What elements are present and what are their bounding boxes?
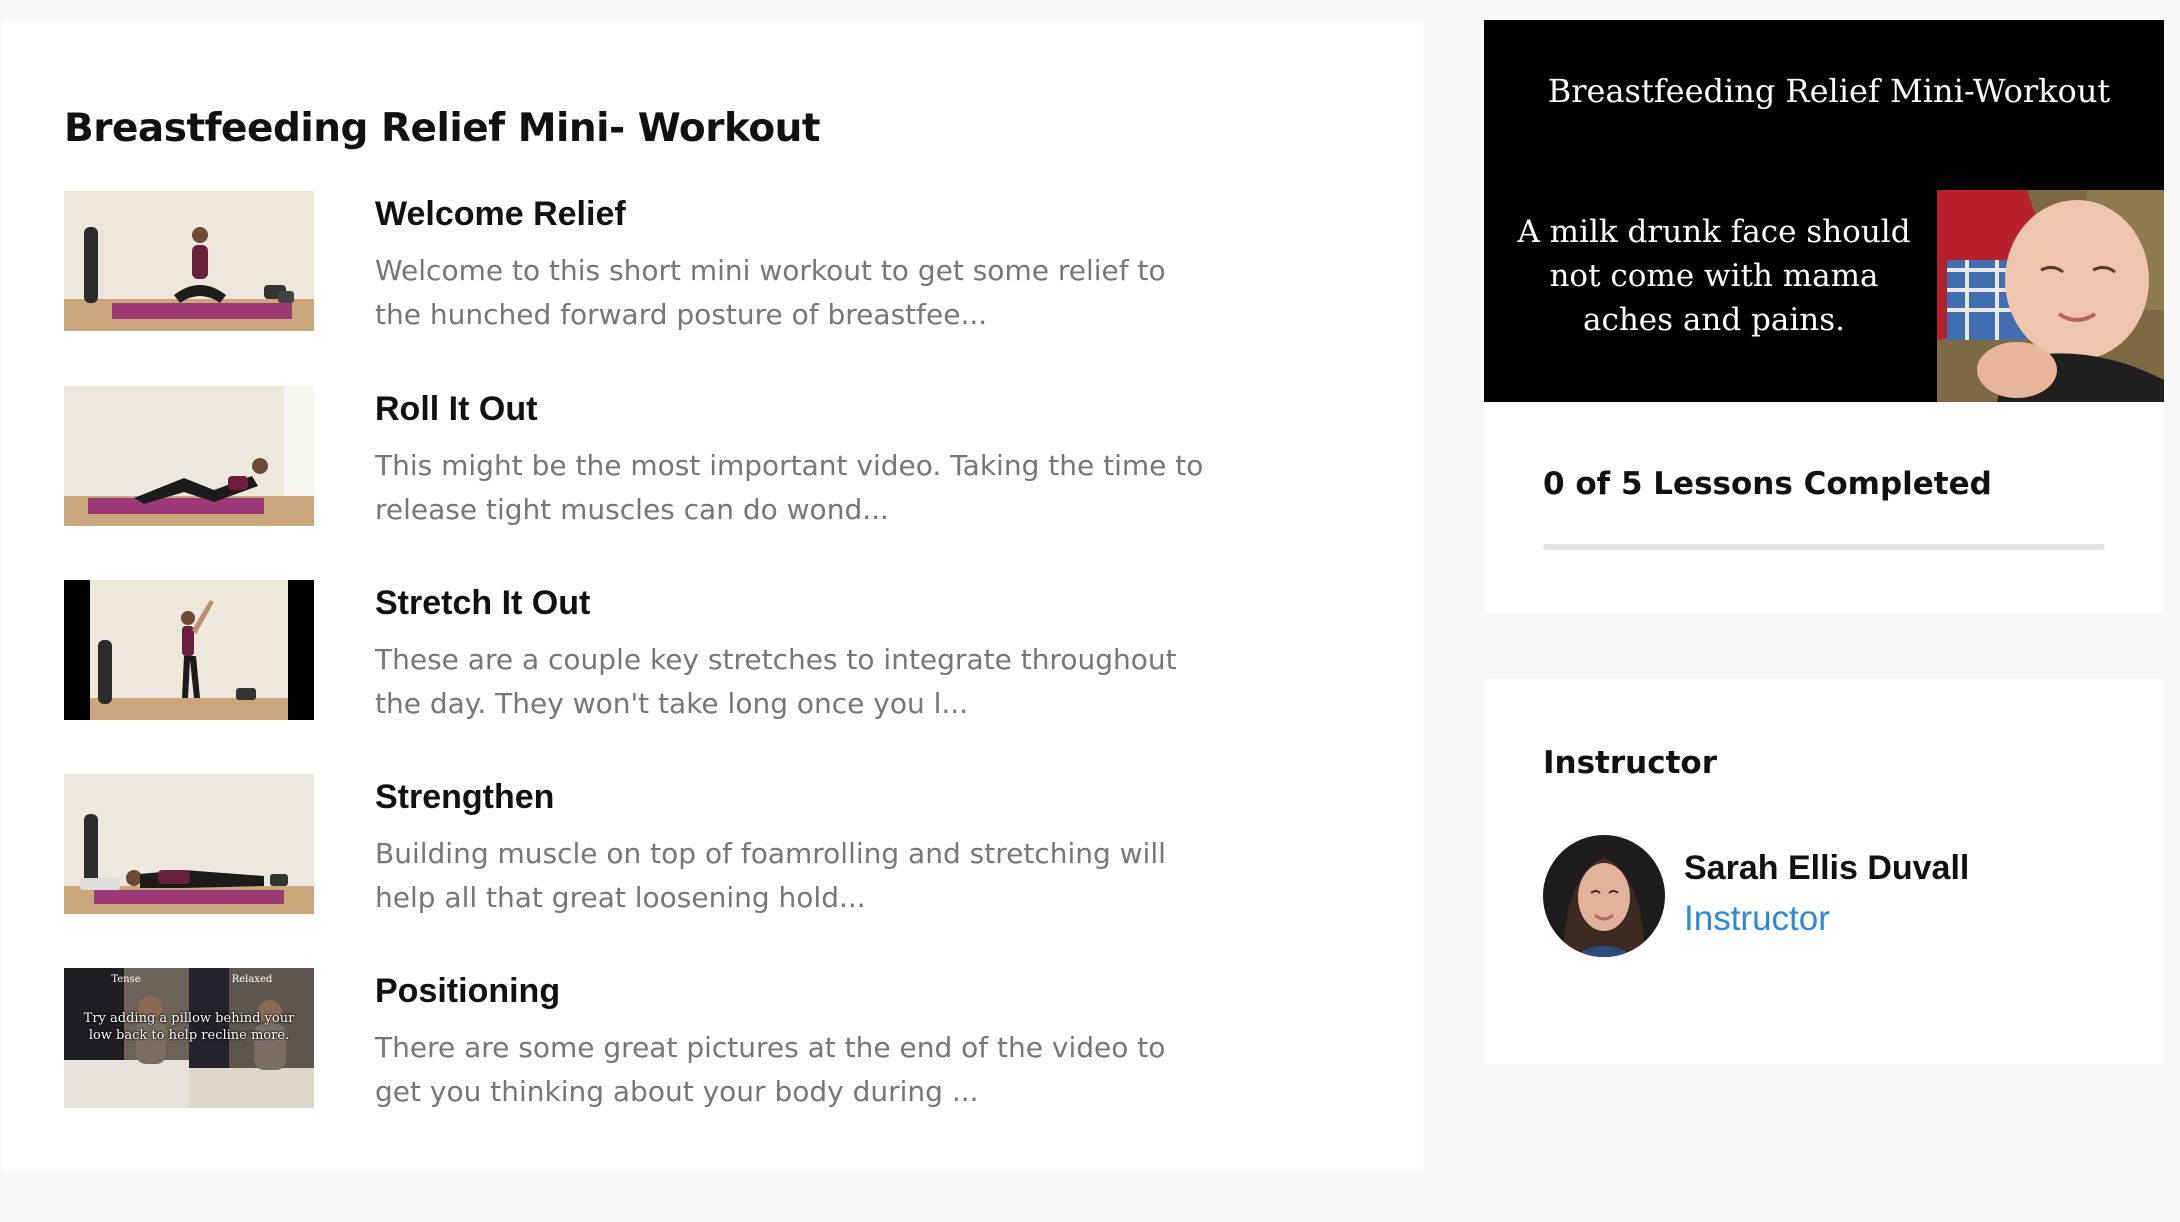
lesson-item-welcome-relief[interactable]: Welcome Relief Welcome to this short min… [64, 191, 1214, 331]
lesson-description: Building muscle on top of foamrolling an… [375, 837, 1166, 914]
thumb-text-relaxed: Relaxed [232, 974, 273, 985]
lesson-description: There are some great pictures at the end… [375, 1031, 1166, 1108]
lesson-thumbnail-roll-it-out[interactable] [64, 386, 314, 526]
lesson-list-card: Breastfeeding Relief Mini- Workout Welco… [3, 20, 1423, 1172]
lesson-thumbnail-stretch-it-out[interactable] [64, 580, 314, 720]
lesson-thumbnail-welcome-relief[interactable] [64, 191, 314, 331]
thumb-caption: Try adding a pillow behind your low back… [83, 1011, 295, 1043]
instructor-role: Instructor [1684, 899, 1830, 938]
promo-title: Breastfeeding Relief Mini-Workout [1547, 72, 2111, 110]
lesson-title[interactable]: Stretch It Out [375, 584, 590, 623]
lesson-title[interactable]: Positioning [375, 972, 560, 1011]
lesson-description: Welcome to this short mini workout to ge… [375, 254, 1166, 331]
lesson-description: This might be the most important video. … [375, 449, 1204, 526]
promo-text: A milk drunk face should not come with m… [1517, 214, 1911, 338]
instructor-avatar[interactable] [1543, 835, 1665, 957]
lesson-title[interactable]: Strengthen [375, 778, 554, 817]
lesson-item-strengthen[interactable]: Strengthen Building muscle on top of foa… [64, 774, 1214, 914]
lesson-thumbnail-strengthen[interactable] [64, 774, 314, 914]
lesson-item-stretch-it-out[interactable]: Stretch It Out These are a couple key st… [64, 580, 1214, 720]
course-promo-image: Breastfeeding Relief Mini-Workout A milk… [1484, 20, 2164, 402]
thumb-text-tense: Tense [111, 974, 140, 985]
lesson-item-positioning[interactable]: Tense Relaxed Try adding a pillow behind… [64, 968, 1214, 1108]
course-progress-card: Breastfeeding Relief Mini-Workout A milk… [1484, 20, 2164, 614]
lesson-title[interactable]: Welcome Relief [375, 195, 626, 234]
instructor-heading: Instructor [1543, 745, 1718, 781]
baby-photo [1937, 190, 2164, 402]
lesson-thumbnail-positioning[interactable]: Tense Relaxed Try adding a pillow behind… [64, 968, 314, 1108]
lesson-item-roll-it-out[interactable]: Roll It Out This might be the most impor… [64, 386, 1214, 526]
progress-bar [1543, 544, 2105, 550]
progress-label: 0 of 5 Lessons Completed [1543, 466, 1992, 502]
lesson-title[interactable]: Roll It Out [375, 390, 537, 429]
instructor-card: Instructor Sarah Ellis Duvall Instructor [1484, 679, 2164, 1064]
instructor-name[interactable]: Sarah Ellis Duvall [1684, 849, 1969, 888]
course-title: Breastfeeding Relief Mini- Workout [64, 106, 821, 151]
lesson-description: These are a couple key stretches to inte… [375, 643, 1177, 720]
